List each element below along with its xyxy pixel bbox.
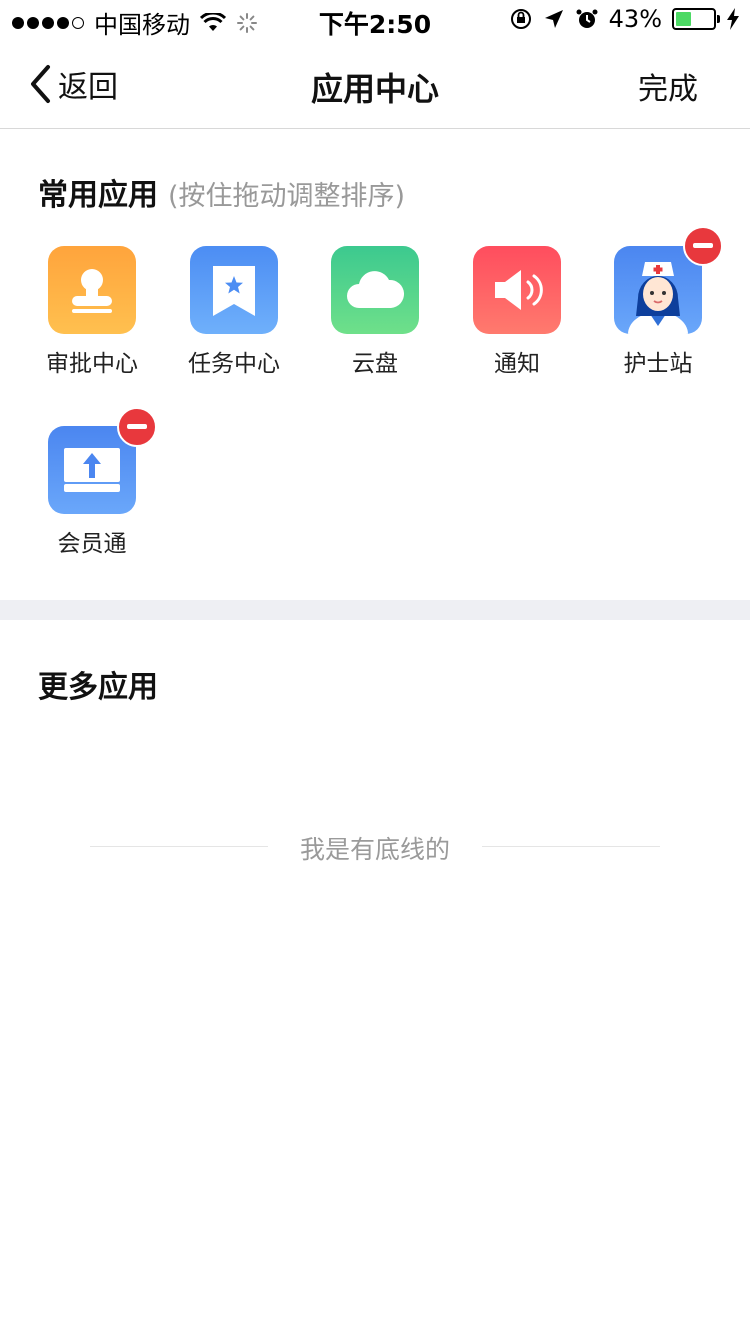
- app-label: 护士站: [623, 351, 693, 377]
- battery-percent: 43%: [608, 5, 662, 33]
- end-of-list-text: 我是有底线的: [299, 835, 450, 864]
- app-label: 会员通: [57, 531, 127, 557]
- app-cloud-drive[interactable]: 云盘: [305, 246, 445, 378]
- status-bar: 中国移动 下午2:50 43%: [0, 0, 750, 40]
- cloud-icon: [331, 246, 419, 334]
- frequent-apps-title: 常用应用: [38, 178, 158, 213]
- rotation-lock-icon: [510, 9, 531, 29]
- more-apps-title: 更多应用: [38, 670, 158, 705]
- app-label: 云盘: [352, 351, 398, 377]
- alarm-icon: [576, 9, 598, 28]
- remove-app-button[interactable]: [117, 407, 157, 447]
- bookmark-star-icon: [190, 246, 278, 334]
- done-button[interactable]: 完成: [638, 64, 698, 108]
- app-label: 审批中心: [46, 351, 138, 377]
- stamp-icon: [48, 246, 136, 334]
- charging-bolt-icon: [727, 8, 739, 30]
- app-task-center[interactable]: 任务中心: [164, 246, 304, 378]
- app-nurse-station[interactable]: 护士站: [588, 246, 728, 378]
- app-approval-center[interactable]: 审批中心: [22, 246, 162, 378]
- app-notifications[interactable]: 通知: [447, 246, 587, 378]
- navigation-bar: 返回 应用中心 完成: [0, 40, 750, 129]
- battery-icon: [672, 8, 720, 30]
- remove-app-button[interactable]: [683, 226, 723, 266]
- section-divider: [0, 600, 750, 620]
- app-label: 任务中心: [188, 351, 280, 377]
- frequent-apps-heading: 常用应用 (按住拖动调整排序): [38, 170, 405, 214]
- drag-sort-hint: (按住拖动调整排序): [168, 181, 406, 212]
- app-label: 通知: [494, 351, 540, 377]
- speaker-icon: [473, 246, 561, 334]
- location-arrow-icon: [544, 10, 563, 28]
